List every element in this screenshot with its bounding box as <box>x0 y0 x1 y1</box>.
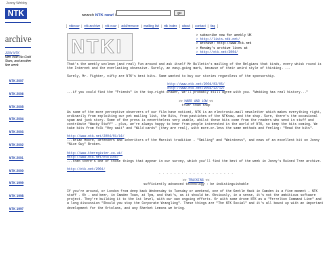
section-subtitle: truer than shop <box>181 102 211 107</box>
ntk-banner-image: NTKI <box>67 33 133 61</box>
year-link[interactable]: NTK 2000 <box>9 165 24 178</box>
search-label-text: search <box>82 12 95 17</box>
year-link[interactable]: NTK 2001 <box>9 152 24 165</box>
nav-item[interactable]: add/remove <box>121 24 138 28</box>
top-navigation: [ ntknow | ntk archive | ntk now | add/r… <box>66 24 219 28</box>
section-title[interactable]: HARD AND LOW <box>185 99 208 103</box>
nav-item[interactable]: faq <box>211 24 216 28</box>
body-paragraph: ...then there's one of those things that… <box>67 158 322 163</box>
body-paragraph: ...Brian Moore, defenders and inheritors… <box>67 138 320 147</box>
nav-item[interactable]: ntk now <box>105 24 116 28</box>
intro-paragraph: That's the weekly unclean (and real) Fun… <box>67 62 322 71</box>
ntk-banner-text: NTKI <box>71 37 124 59</box>
section-header: >> TRACKING << sufficiently advanced tec… <box>67 178 325 186</box>
search-button[interactable]: go <box>174 10 185 16</box>
intro-paragraph: ...if you could find the "Friends" in th… <box>67 90 309 95</box>
section-header: >> HARD AND LOW << truer than shop <box>67 99 325 107</box>
nav-item[interactable]: ntk archive <box>84 24 100 28</box>
newsletter-body: That's the weekly unclean (and real) Fun… <box>67 62 325 214</box>
ntk-logo[interactable]: NTK <box>5 8 27 19</box>
year-link[interactable]: NTK 1997 <box>9 203 24 216</box>
inline-link[interactable]: http://ntk.net/2004/ <box>67 167 105 171</box>
intro-paragraph: Surely, Mr. Fighter, nifty are NTK's bes… <box>67 74 276 79</box>
archive-link[interactable]: > http://ntk.net/2004/ <box>196 50 328 54</box>
archive-heading: archive <box>5 34 32 44</box>
inline-link[interactable]: http://www.ntk.net/ntklink/ <box>67 155 119 159</box>
body-paragraph: If you're around, or London from deep ba… <box>67 189 324 210</box>
subscribe-blurb: > subscribe now for weekly UK > http://l… <box>196 33 328 54</box>
nav-item[interactable]: mailing list <box>144 24 159 28</box>
search-input[interactable] <box>116 10 171 16</box>
year-link[interactable]: NTK 2005 <box>9 101 24 114</box>
year-link[interactable]: NTK 2002 <box>9 139 24 152</box>
year-list: NTK 2007 NTK 2006 NTK 2005 NTK 2004 NTK … <box>9 75 24 216</box>
body-paragraph: As some of the more perceptive observers… <box>67 109 322 131</box>
year-link[interactable]: NTK 1998 <box>9 190 24 203</box>
nav-item[interactable]: ntknow <box>69 24 79 28</box>
section-divider: - - - - - - - - - - - - - - - - - - - - <box>158 170 234 175</box>
year-link[interactable]: NTK 2007 <box>9 75 24 88</box>
year-link[interactable]: NTK 2006 <box>9 88 24 101</box>
site-tagline: Jonny Webby <box>6 1 28 5</box>
sidebar-blurb: JOIN NTK Men With No Gold Stars, and ano… <box>5 51 33 67</box>
year-link[interactable]: NTK 1999 <box>9 177 24 190</box>
sidebar-blurb-text: Men With No Gold Stars, and another fine… <box>5 55 32 67</box>
logo-divider <box>5 22 31 23</box>
nav-item[interactable]: contact <box>195 24 206 28</box>
nav-item[interactable]: ntk index <box>164 24 177 28</box>
year-link[interactable]: NTK 2004 <box>9 113 24 126</box>
nav-item[interactable]: about <box>182 24 190 28</box>
search-ntk-link[interactable]: NTK now! <box>95 12 114 17</box>
year-link[interactable]: NTK 2003 <box>9 126 24 139</box>
archive-divider <box>5 47 31 48</box>
section-subtitle: sufficiently advanced technology : be in… <box>143 182 249 187</box>
